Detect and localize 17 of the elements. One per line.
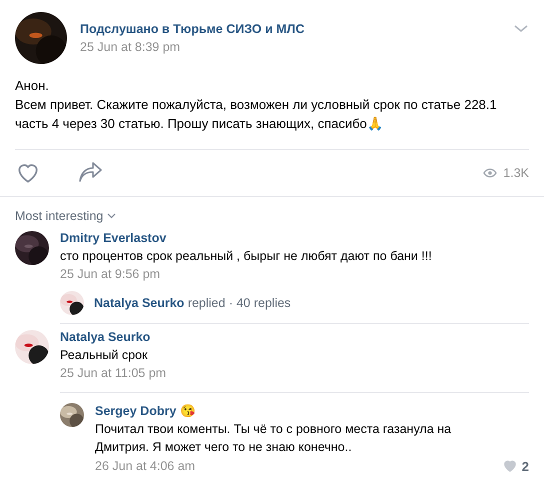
chevron-icon[interactable] xyxy=(513,24,529,34)
view-count: 1.3K xyxy=(503,166,529,180)
post-text: Анон. xyxy=(15,77,50,95)
eye-icon xyxy=(483,168,498,178)
author-name[interactable]: Natalya Seurko xyxy=(60,330,529,344)
comment-text: Почитал твои коменты. Ты чё то с ровного места газанула на Дмитрия. Я может чего то не знаю конечно.. xyxy=(95,421,452,456)
post-text: Всем привет. Скажите пожалуйста, возможен ли условный срок по статье 228.1 часть 4 через 30 статью. Прошу писать знающих, спасибо🙏 xyxy=(15,96,498,133)
author-name[interactable]: Dmitry Everlastov xyxy=(60,231,529,245)
sort-dropdown[interactable]: Most interesting xyxy=(15,209,116,223)
caret-icon xyxy=(107,213,116,219)
comment-text: сто процентов срок реальный , бырыг не любят дают по бани !!! xyxy=(60,248,433,265)
share-icon[interactable] xyxy=(77,162,103,184)
group-name[interactable]: Подслушано в Тюрьме СИЗО и МЛС xyxy=(80,22,500,36)
comment-text: Реальный срок xyxy=(60,347,148,364)
like-count: 2 xyxy=(522,458,529,474)
reply-summary[interactable]: Natalya Seurko replied · 40 replies xyxy=(94,296,291,310)
author-name[interactable]: Sergey Dobry 😘 xyxy=(95,403,529,418)
